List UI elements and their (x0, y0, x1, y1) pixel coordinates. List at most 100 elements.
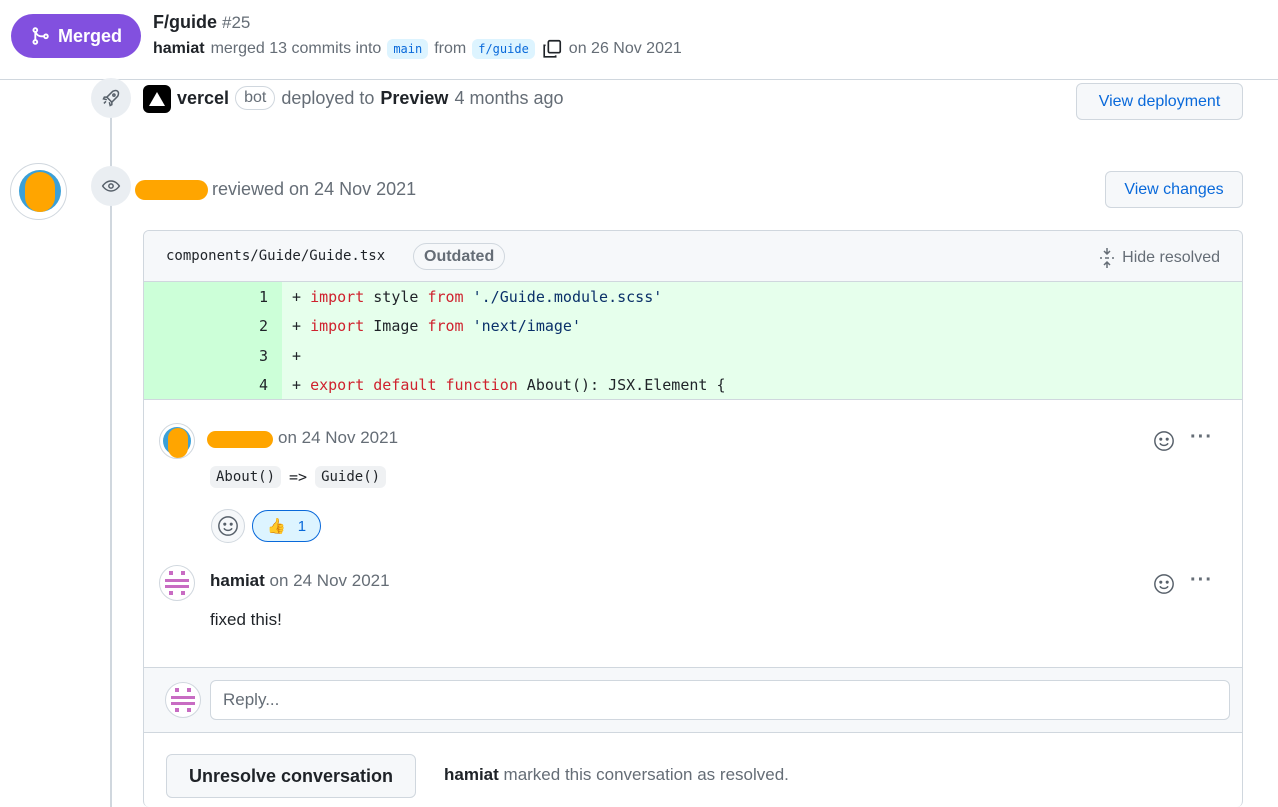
pr-title: F/guide #25 (153, 12, 250, 33)
merged-label: Merged (57, 25, 122, 46)
bot-label: bot (235, 86, 276, 110)
resolved-by[interactable]: hamiat (444, 765, 499, 784)
unresolve-conversation-button[interactable]: Unresolve conversation (166, 754, 416, 798)
line-number[interactable]: 3 (144, 341, 282, 371)
comment-body: About() => Guide() (210, 466, 387, 488)
outdated-label: Outdated (413, 243, 506, 270)
eye-icon (101, 180, 121, 192)
hide-resolved-toggle[interactable]: Hide resolved (1098, 247, 1220, 269)
pr-number: #25 (222, 13, 251, 32)
commenter-avatar[interactable] (159, 423, 195, 459)
code-token: + (292, 317, 311, 336)
code-token: from (427, 317, 464, 336)
resolved-text: marked this conversation as resolved. (503, 765, 789, 784)
thumbs-up-reaction[interactable]: 👍 1 (252, 510, 322, 542)
code-token: style (364, 287, 428, 306)
line-number[interactable]: 1 (144, 282, 282, 312)
code-token: export (310, 376, 365, 395)
file-header: components/Guide/Guide.tsx Outdated Hide… (144, 231, 1242, 282)
diff-hunk: 1 + import style from './Guide.module.scs… (144, 282, 1242, 400)
rocket-icon-badge (91, 78, 131, 118)
merge-date: on 26 Nov 2021 (568, 40, 682, 57)
reply-input[interactable]: Reply... (210, 680, 1230, 720)
code-snippet-guide: Guide() (315, 466, 387, 488)
code-token: from (427, 287, 464, 306)
review-action-text: reviewed on 24 Nov 2021 (212, 179, 417, 199)
code-token: 'next/image' (472, 317, 581, 336)
code-token: import (310, 317, 365, 336)
comment-date[interactable]: on 24 Nov 2021 (270, 571, 390, 590)
view-deployment-button[interactable]: View deployment (1076, 83, 1243, 120)
comment-author[interactable]: hamiat (210, 571, 265, 590)
current-user-avatar (165, 682, 201, 718)
pr-title-text: F/guide (153, 12, 217, 32)
reaction-count: 1 (297, 517, 307, 535)
comment-options-icon[interactable]: ··· (1190, 426, 1213, 449)
diff-line: 2 + import Image from 'next/image' (144, 311, 1242, 341)
deploy-time: 4 months ago (454, 87, 564, 108)
view-changes-button[interactable]: View changes (1105, 171, 1243, 208)
code-token: About(): JSX.Element { (517, 376, 726, 395)
line-number[interactable]: 4 (144, 370, 282, 400)
reaction-picker-button[interactable] (211, 509, 245, 543)
review-thread: components/Guide/Guide.tsx Outdated Hide… (143, 230, 1243, 807)
pr-author-link[interactable]: hamiat (153, 40, 205, 58)
reviewer-avatar[interactable] (10, 163, 67, 220)
diff-line: 4 + export default function About(): JSX.… (144, 370, 1242, 400)
merged-commits-text: merged 13 commits into (210, 40, 382, 57)
line-code: + import Image from 'next/image' (282, 311, 1242, 341)
line-code: + import style from './Guide.module.scss… (282, 282, 1242, 312)
comment-options-icon[interactable]: ··· (1190, 569, 1213, 592)
deploy-actor[interactable]: vercel (177, 88, 229, 109)
add-reaction-icon[interactable] (1153, 430, 1175, 452)
head-branch[interactable]: f/guide (472, 39, 535, 59)
hamiat-avatar[interactable] (159, 565, 195, 601)
rocket-icon (102, 89, 120, 107)
pr-meta: hamiat merged 13 commits into main from … (153, 38, 682, 60)
code-token: function (445, 376, 518, 395)
line-number[interactable]: 2 (144, 311, 282, 341)
code-token: + (292, 346, 311, 365)
code-token: + (292, 287, 311, 306)
line-code: + (282, 341, 1242, 371)
diff-divider (144, 399, 1242, 400)
comment-body-text: fixed this! (210, 610, 282, 629)
arrow-text: => (289, 468, 308, 486)
hide-resolved-label: Hide resolved (1122, 249, 1220, 266)
line-code: + export default function About(): JSX.E… (282, 370, 1242, 400)
comment-date[interactable]: on 24 Nov 2021 (278, 428, 398, 448)
code-token: default (373, 376, 437, 395)
smiley-icon (218, 516, 238, 536)
fold-icon (1100, 248, 1115, 268)
deploy-action-text: deployed to (281, 87, 375, 108)
add-reaction-icon[interactable] (1153, 573, 1175, 595)
code-token: + (292, 376, 311, 395)
diff-line: 1 + import style from './Guide.module.scs… (144, 282, 1242, 312)
base-branch[interactable]: main (387, 39, 429, 59)
reply-area: Reply... (144, 667, 1242, 733)
comment-header: hamiat on 24 Nov 2021 (210, 571, 390, 591)
deploy-environment: Preview (380, 87, 449, 108)
diff-line: 3 + (144, 341, 1242, 371)
code-snippet-about: About() (210, 466, 282, 488)
redacted-commenter-name (207, 431, 273, 448)
eye-icon-badge (91, 166, 131, 206)
copy-icon[interactable] (541, 38, 563, 60)
code-token: import (310, 287, 365, 306)
header-divider (0, 79, 1278, 80)
redacted-reviewer-name (135, 180, 208, 200)
vercel-logo-icon[interactable] (143, 85, 171, 113)
thumbs-up-icon: 👍 (267, 518, 286, 535)
from-text: from (434, 40, 467, 57)
git-merge-icon (32, 27, 49, 45)
resolved-status: hamiat marked this conversation as resol… (444, 765, 789, 785)
deployment-event: vercel bot deployed to Preview 4 months … (177, 86, 564, 110)
code-token: Image (364, 317, 428, 336)
code-token: './Guide.module.scss' (472, 287, 663, 306)
merged-status-badge: Merged (11, 14, 141, 58)
file-path[interactable]: components/Guide/Guide.tsx (166, 248, 385, 264)
